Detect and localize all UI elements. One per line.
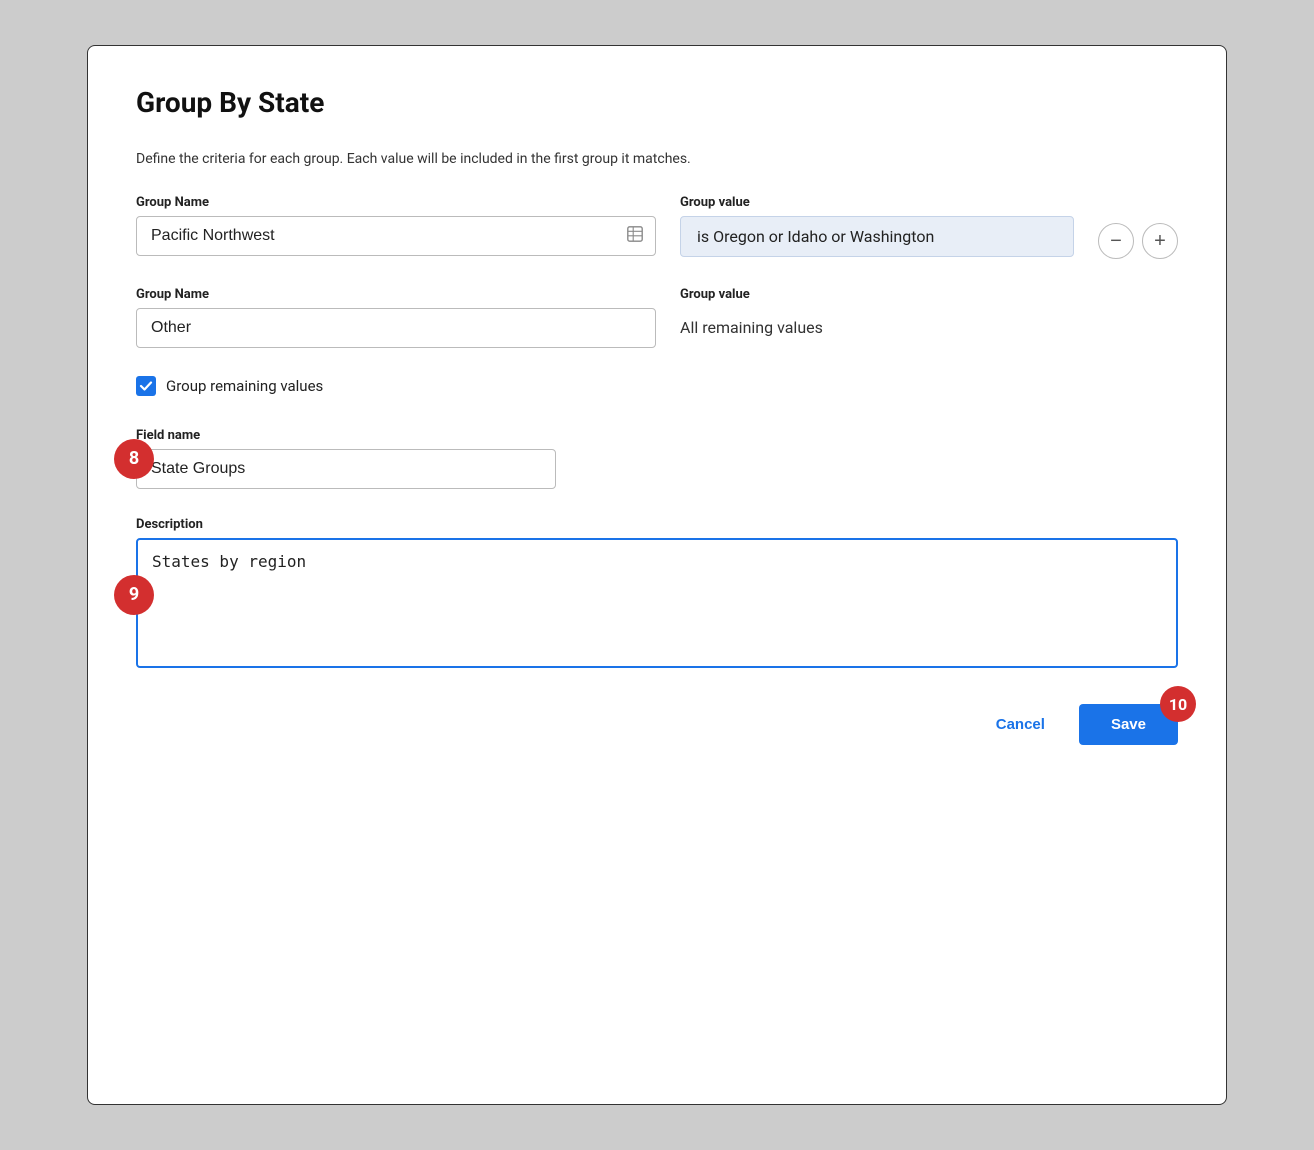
group-by-state-dialog: Group By State Define the criteria for e… bbox=[87, 45, 1227, 1105]
minus-icon: − bbox=[1110, 230, 1122, 253]
description-section: 9 Description States by region bbox=[136, 517, 1178, 672]
group-remaining-label: Group remaining values bbox=[166, 377, 323, 395]
field-name-input[interactable] bbox=[136, 449, 556, 489]
group-remaining-row: Group remaining values bbox=[136, 376, 1178, 396]
group-1-value-col: Group value is Oregon or Idaho or Washin… bbox=[680, 195, 1074, 257]
spreadsheet-icon bbox=[626, 225, 644, 247]
step-badge-9: 9 bbox=[114, 575, 154, 615]
add-group-button[interactable]: + bbox=[1142, 223, 1178, 259]
group-1-name-input-wrap bbox=[136, 216, 656, 256]
remove-group-button[interactable]: − bbox=[1098, 223, 1134, 259]
group-2-name-label: Group Name bbox=[136, 287, 656, 302]
checkmark-icon bbox=[139, 379, 153, 393]
field-name-section: 8 Field name bbox=[136, 428, 1178, 489]
group-remaining-checkbox[interactable] bbox=[136, 376, 156, 396]
cancel-button[interactable]: Cancel bbox=[978, 706, 1063, 743]
footer-row: Cancel 10 Save bbox=[136, 704, 1178, 745]
group-2-name-col: Group Name bbox=[136, 287, 656, 348]
description-textarea[interactable]: States by region bbox=[136, 538, 1178, 668]
group-1-actions: − + bbox=[1098, 195, 1178, 259]
dialog-title: Group By State bbox=[136, 86, 1178, 119]
group-2-value-col: Group value All remaining values bbox=[680, 287, 1178, 347]
group-1-value-text: is Oregon or Idaho or Washington bbox=[697, 227, 934, 246]
group-1-name-col: Group Name bbox=[136, 195, 656, 256]
field-name-label: Field name bbox=[136, 428, 1178, 443]
plus-icon: + bbox=[1154, 230, 1166, 253]
description-label: Description bbox=[136, 517, 1178, 532]
group-1-name-input[interactable] bbox=[136, 216, 656, 256]
group-2-value-text: All remaining values bbox=[680, 308, 1178, 347]
step-badge-8: 8 bbox=[114, 439, 154, 479]
group-row-1: Group Name Group value is Oregon or Idah… bbox=[136, 195, 1178, 259]
group-2-value-label: Group value bbox=[680, 287, 1178, 302]
group-1-name-label: Group Name bbox=[136, 195, 656, 210]
group-1-value-box: is Oregon or Idaho or Washington bbox=[680, 216, 1074, 257]
save-button-wrap: 10 Save bbox=[1079, 704, 1178, 745]
group-2-name-input[interactable] bbox=[136, 308, 656, 348]
group-1-value-label: Group value bbox=[680, 195, 1074, 210]
step-badge-10: 10 bbox=[1160, 686, 1196, 722]
group-row-2: Group Name Group value All remaining val… bbox=[136, 287, 1178, 348]
dialog-description: Define the criteria for each group. Each… bbox=[136, 151, 1178, 167]
